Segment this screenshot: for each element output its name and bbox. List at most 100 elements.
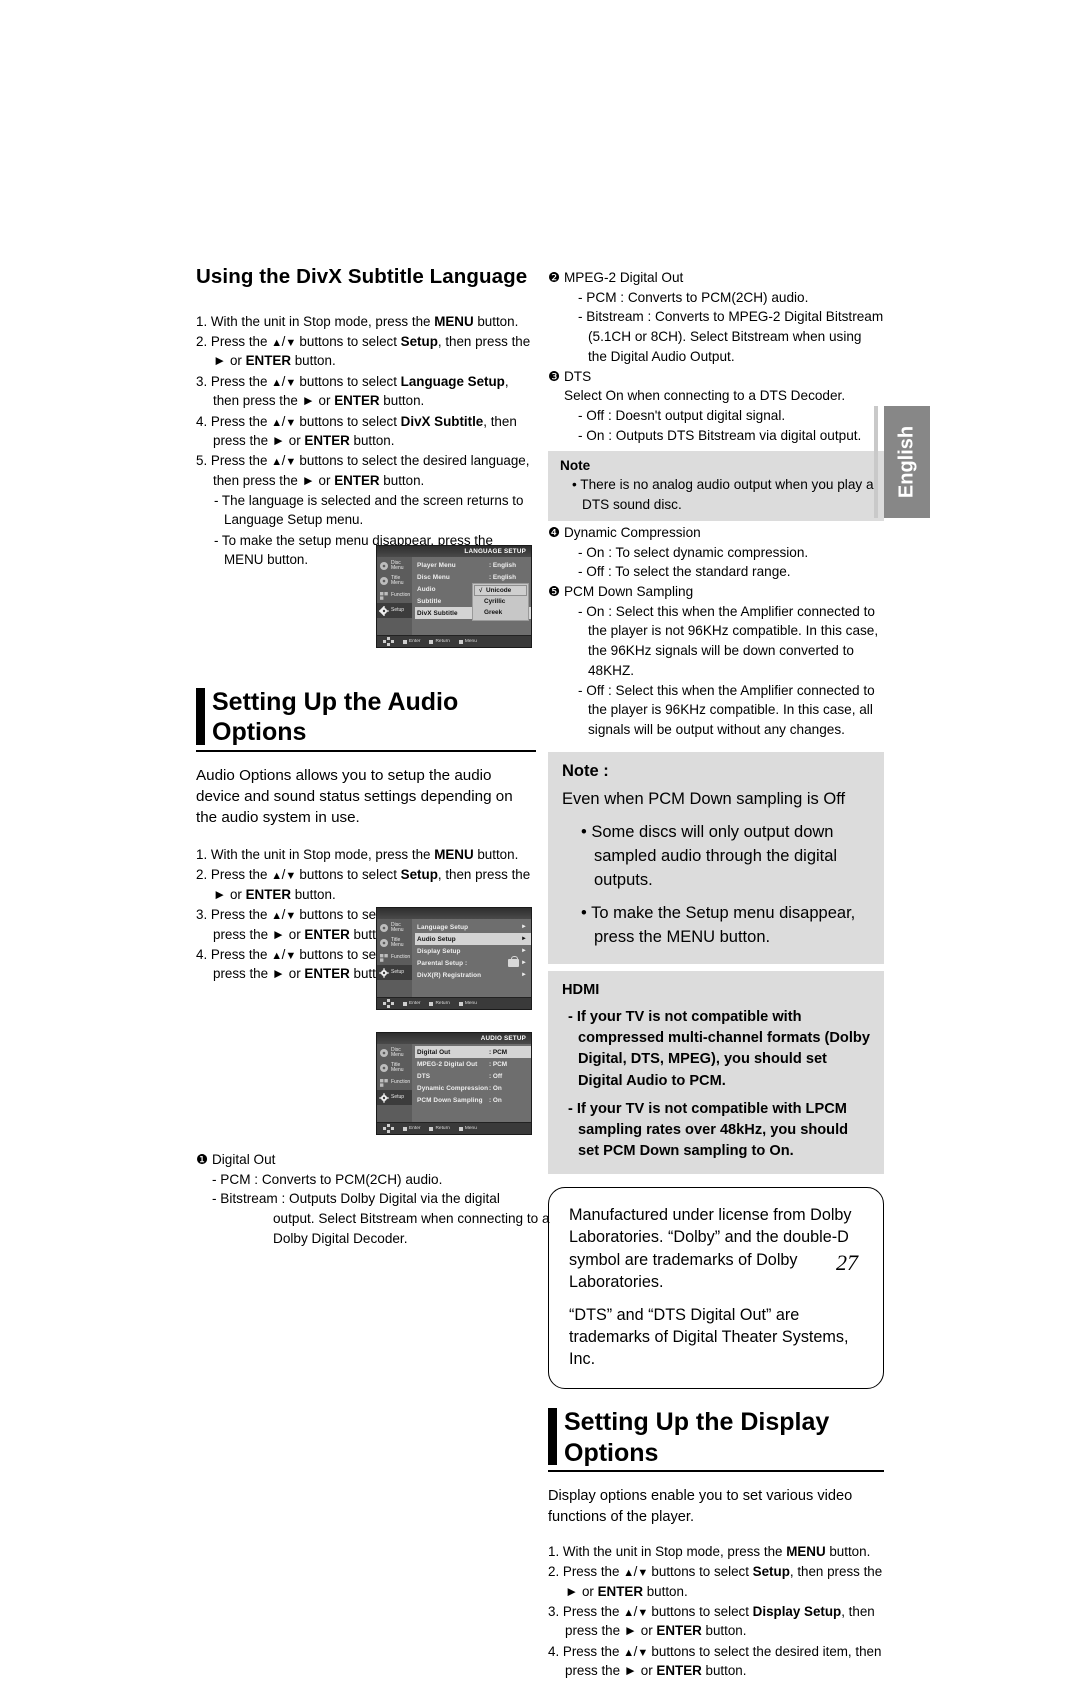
dts-trademark: “DTS” and “DTS Digital Out” are trademar… xyxy=(569,1305,849,1369)
title-menu-icon xyxy=(379,938,389,948)
osd-row-divx-registration[interactable]: DivX(R) Registration ► xyxy=(415,969,531,981)
footer-label: Return xyxy=(435,639,450,644)
footer-menu: Menu xyxy=(458,639,477,644)
divx-subtitle-dropdown[interactable]: √ Unicode Cyrillic Greek xyxy=(472,583,529,621)
dropdown-label: Greek xyxy=(484,609,503,616)
osd-row-pcm-down-sampling[interactable]: PCM Down Sampling : On xyxy=(415,1094,531,1106)
osd-row-digital-out[interactable]: Digital Out : PCM xyxy=(415,1046,531,1058)
sidebar-label: Disc Menu xyxy=(391,921,404,933)
dts-lead: Select On when connecting to a DTS Decod… xyxy=(564,388,846,404)
row-value: : PCM xyxy=(489,1060,508,1068)
mpeg2-pcm: - PCM : Converts to PCM(2CH) audio. xyxy=(578,289,809,305)
dolby-trademark: Manufactured under license from Dolby La… xyxy=(569,1206,852,1291)
button-icon xyxy=(403,1126,407,1131)
row-label: Player Menu xyxy=(417,561,456,569)
sidebar-item-function[interactable]: Function xyxy=(377,1075,412,1090)
osd-row[interactable]: Player Menu : English xyxy=(415,559,531,571)
sidebar-label: Disc Menu xyxy=(391,1046,404,1058)
osd-row-dts[interactable]: DTS : Off xyxy=(415,1070,531,1082)
sidebar-item-function[interactable]: Function xyxy=(377,950,412,965)
osd-row-parental-setup[interactable]: Parental Setup : ► xyxy=(415,956,531,969)
note-title: Note xyxy=(560,458,591,474)
divx-subtitle-heading: Using the DivX Subtitle Language xyxy=(196,265,528,288)
dropdown-label: Cyrillic xyxy=(484,598,506,605)
footer-enter: Enter xyxy=(403,1126,420,1131)
footer-return: Return xyxy=(429,1126,450,1131)
digital-out-pcm: - PCM : Converts to PCM(2CH) audio. xyxy=(212,1171,443,1187)
footer-label: Menu xyxy=(464,1001,477,1006)
footer-label: Enter xyxy=(409,639,421,644)
dropdown-item-cyrillic[interactable]: Cyrillic xyxy=(473,596,528,607)
dynamic-compression-off: - Off : To select the standard range. xyxy=(578,564,791,580)
mpeg2-title: ❷ MPEG-2 Digital Out xyxy=(548,270,684,285)
footer-label: Enter xyxy=(409,1126,421,1131)
footer-return: Return xyxy=(429,1001,450,1006)
osd-row-mpeg2-digital-out[interactable]: MPEG-2 Digital Out : PCM xyxy=(415,1058,531,1070)
sidebar-label: Title Menu xyxy=(391,574,404,586)
chevron-right-icon: ► xyxy=(521,924,527,930)
osd-row-dynamic-compression[interactable]: Dynamic Compression : On xyxy=(415,1082,531,1094)
note-subtitle: Even when PCM Down sampling is Off xyxy=(562,790,846,809)
step-item: 4. Press the ▲/▼ buttons to select the d… xyxy=(548,1643,882,1679)
osd-language-setup: LANGUAGE SETUP Disc Menu Title Menu Func… xyxy=(376,545,532,648)
sidebar-item-title-menu[interactable]: Title Menu xyxy=(377,1060,412,1075)
function-icon xyxy=(379,953,389,963)
manual-page: Using the DivX Subtitle Language 1. With… xyxy=(0,0,1080,1678)
display-setup-steps: 1. With the unit in Stop mode, press the… xyxy=(548,1542,884,1681)
footer-menu: Menu xyxy=(458,1001,477,1006)
chevron-right-icon: ► xyxy=(521,972,527,978)
step-item: 2. Press the ▲/▼ buttons to select Setup… xyxy=(196,866,531,902)
row-value: : On xyxy=(489,1084,502,1092)
sidebar-item-setup[interactable]: Setup xyxy=(377,1090,412,1105)
audio-options-heading: Setting Up the Audio Options xyxy=(196,687,536,752)
sidebar-item-function[interactable]: Function xyxy=(377,588,412,603)
row-label: Dynamic Compression xyxy=(417,1084,489,1092)
mpeg2-bitstream: - Bitstream : Converts to MPEG-2 Digital… xyxy=(578,309,884,325)
sidebar-item-title-menu[interactable]: Title Menu xyxy=(377,573,412,588)
dpad-icon xyxy=(383,637,394,646)
osd-row-audio-setup[interactable]: Audio Setup ► xyxy=(415,933,531,945)
dropdown-item-unicode[interactable]: √ Unicode xyxy=(474,585,527,596)
sidebar-label: Function xyxy=(391,1079,411,1085)
disc-menu-icon xyxy=(379,1048,389,1058)
row-label: Disc Menu xyxy=(417,573,450,581)
step-item: 3. Press the ▲/▼ buttons to select Langu… xyxy=(196,373,509,409)
sidebar-label: Title Menu xyxy=(391,936,404,948)
title-menu-icon xyxy=(379,576,389,586)
step-item: 1. With the unit in Stop mode, press the… xyxy=(548,1543,871,1559)
sidebar-item-setup[interactable]: Setup xyxy=(377,965,412,980)
osd-rows: Player Menu : English Disc Menu : Englis… xyxy=(412,557,531,635)
row-value: : English xyxy=(489,561,516,569)
row-value: : PCM xyxy=(489,1048,508,1056)
note-title: Note : xyxy=(562,761,609,780)
row-label: DTS xyxy=(417,1072,431,1080)
button-icon xyxy=(429,1126,434,1131)
sidebar-item-setup[interactable]: Setup xyxy=(377,603,412,618)
disc-menu-icon xyxy=(379,561,389,571)
sidebar-item-title-menu[interactable]: Title Menu xyxy=(377,935,412,950)
digital-out-bitstream: - Bitstream : Outputs Dolby Digital via … xyxy=(212,1191,500,1207)
footer-label: Return xyxy=(435,1126,450,1131)
digital-out-title: ❶ Digital Out xyxy=(196,1152,276,1167)
dpad-icon xyxy=(383,1124,394,1133)
sidebar-item-disc-menu[interactable]: Disc Menu xyxy=(377,1045,412,1060)
step-item: 2. Press the ▲/▼ buttons to select Setup… xyxy=(196,333,531,369)
dts-on: - On : Outputs DTS Bitstream via digital… xyxy=(578,427,862,443)
hdmi-box: HDMI - If your TV is not compatible with… xyxy=(548,970,884,1175)
osd-rows: Language Setup ► Audio Setup ► Display S… xyxy=(412,919,531,997)
row-value: : Off xyxy=(489,1072,503,1080)
dropdown-item-greek[interactable]: Greek xyxy=(473,607,528,618)
osd-title: LANGUAGE SETUP xyxy=(377,546,531,557)
sidebar-item-disc-menu[interactable]: Disc Menu xyxy=(377,920,412,935)
osd-row-language-setup[interactable]: Language Setup ► xyxy=(415,921,531,933)
osd-audio-setup: AUDIO SETUP Disc Menu Title Menu Functio… xyxy=(376,1032,532,1135)
function-icon xyxy=(379,591,389,601)
digital-out-block: ❶ Digital Out - PCM : Converts to PCM(2C… xyxy=(196,1150,551,1249)
note-bullet: • To make the Setup menu disappear, pres… xyxy=(581,903,856,946)
osd-sidebar: Disc Menu Title Menu Function Setup xyxy=(377,557,412,635)
osd-title xyxy=(377,908,531,919)
note-box-dts: Note • There is no analog audio output w… xyxy=(548,451,884,521)
osd-row[interactable]: Disc Menu : English xyxy=(415,571,531,583)
sidebar-label: Function xyxy=(391,954,411,960)
sidebar-item-disc-menu[interactable]: Disc Menu xyxy=(377,558,412,573)
